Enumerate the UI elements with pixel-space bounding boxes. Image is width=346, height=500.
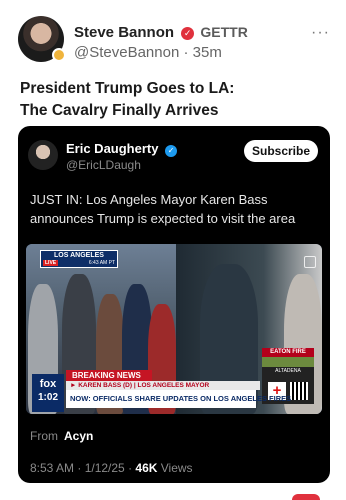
source-attribution: From Acyn — [30, 429, 93, 443]
bottom-action-pill[interactable] — [292, 494, 320, 500]
post-title-line-2: The Cavalry Finally Arrives — [20, 102, 219, 119]
author-name[interactable]: Steve Bannon ✓ GETTR — [74, 24, 248, 41]
embedded-post[interactable]: Eric Daugherty ✓ @EricLDaugh Subscribe J… — [18, 126, 330, 483]
post-timestamp: 8:53 AM · 1/12/25 · — [30, 461, 136, 475]
author-handle[interactable]: @SteveBannon · 35m — [74, 44, 222, 61]
breaking-news-banner: BREAKING NEWS — [66, 370, 152, 381]
more-options-icon[interactable]: ··· — [311, 24, 330, 42]
avatar-badge-icon — [52, 48, 66, 62]
network-logo: fox 1:02 — [32, 374, 64, 412]
post-time: · 35m — [179, 44, 222, 61]
embed-author-handle[interactable]: @EricLDaugh — [66, 158, 141, 172]
news-chyron: fox 1:02 BREAKING NEWS ► KAREN BASS (D) … — [26, 370, 322, 414]
source-name[interactable]: Acyn — [64, 429, 93, 443]
network-time: 1:02 — [37, 392, 58, 403]
platform-label: GETTR — [200, 24, 248, 40]
views-count: 46K — [135, 461, 158, 475]
video-player[interactable]: LOS ANGELES LIVE 6:43 AM PT EATON FIRE A… — [26, 244, 322, 414]
eaton-fire-map — [262, 357, 314, 367]
embed-text: JUST IN: Los Angeles Mayor Karen Bass an… — [30, 192, 296, 226]
chyron-headline: NOW: OFFICIALS SHARE UPDATES ON LOS ANGE… — [66, 390, 291, 408]
location-label: LOS ANGELES — [54, 252, 104, 259]
embed-author-avatar[interactable] — [28, 140, 58, 170]
live-badge: LIVE — [43, 260, 59, 266]
video-settings-icon[interactable] — [304, 256, 316, 268]
verified-badge-icon: ✓ — [181, 27, 195, 40]
broadcast-time: 6:43 AM PT — [88, 260, 115, 266]
subscribe-button[interactable]: Subscribe — [244, 140, 318, 162]
network-name: fox — [39, 378, 57, 390]
handle-text[interactable]: @SteveBannon — [74, 44, 179, 61]
post-title-line-1: President Trump Goes to LA: — [20, 80, 235, 97]
location-tag: LOS ANGELES LIVE 6:43 AM PT — [40, 250, 118, 268]
post-header: Steve Bannon ✓ GETTR @SteveBannon · 35m … — [14, 14, 332, 66]
eaton-fire-title: EATON FIRE — [262, 348, 314, 357]
embed-author-name[interactable]: Eric Daugherty ✓ — [66, 141, 178, 157]
embed-author-name-text[interactable]: Eric Daugherty — [66, 141, 158, 156]
views-label: Views — [157, 461, 193, 475]
post-title: President Trump Goes to LA: The Cavalry … — [20, 78, 330, 122]
from-label: From — [30, 429, 58, 443]
post-meta: 8:53 AM · 1/12/25 · 46K Views — [30, 461, 193, 475]
speaker-line: ► KAREN BASS (D) | LOS ANGELES MAYOR — [66, 381, 260, 390]
author-name-text[interactable]: Steve Bannon — [74, 24, 174, 41]
verified-blue-icon: ✓ — [165, 145, 178, 157]
